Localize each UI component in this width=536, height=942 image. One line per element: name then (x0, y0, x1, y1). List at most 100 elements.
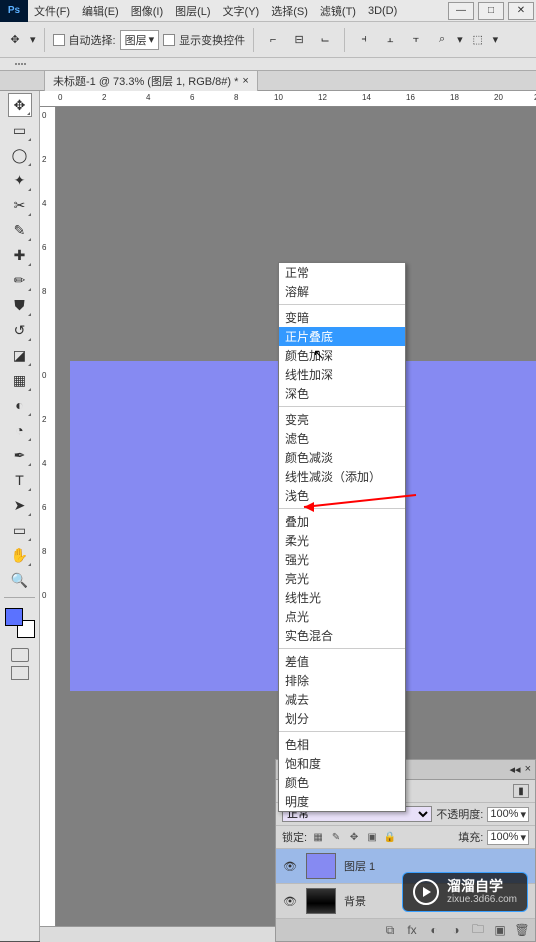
window-close[interactable]: ✕ (508, 2, 534, 20)
align-right-icon[interactable]: ⫟ (405, 29, 427, 51)
crop-tool[interactable]: ✂ (8, 193, 32, 217)
blend-mode-item[interactable]: 浅色 (279, 486, 405, 505)
blend-mode-item[interactable]: 正常 (279, 263, 405, 282)
panel-close-icon[interactable]: × (525, 763, 531, 776)
lock-position-icon[interactable]: ✥ (347, 830, 361, 844)
layer-fx-icon[interactable]: fx (405, 923, 419, 937)
auto-select-checkbox[interactable] (53, 34, 65, 46)
path-select-tool[interactable]: ➤ (8, 493, 32, 517)
quick-mask-button[interactable] (11, 648, 29, 662)
blend-mode-item[interactable]: 明度 (279, 792, 405, 811)
visibility-toggle-icon[interactable]: 👁 (282, 859, 298, 873)
lock-all-icon[interactable]: 🔒 (383, 830, 397, 844)
marquee-tool[interactable]: ▭ (8, 118, 32, 142)
adjustment-layer-icon[interactable]: ◑ (449, 923, 463, 937)
blend-mode-item[interactable]: 变暗 (279, 308, 405, 327)
move-tool[interactable]: ✥ (8, 93, 32, 117)
new-layer-icon[interactable]: ▣ (493, 923, 507, 937)
blend-mode-item[interactable]: 滤色 (279, 429, 405, 448)
distribute-icon[interactable]: ⌕ (431, 29, 453, 51)
magic-wand-tool[interactable]: ✦ (8, 168, 32, 192)
lock-artboard-icon[interactable]: ▣ (365, 830, 379, 844)
blend-mode-item[interactable]: 线性加深 (279, 365, 405, 384)
lock-transparency-icon[interactable]: ▦ (311, 830, 325, 844)
blend-mode-dropdown[interactable]: 正常 溶解 变暗 正片叠底 颜色加深 线性加深 深色 变亮 滤色 颜色减淡 线性… (278, 262, 406, 812)
layer-thumbnail[interactable] (306, 853, 336, 879)
blend-mode-item[interactable]: 深色 (279, 384, 405, 403)
blend-mode-item[interactable]: 色相 (279, 735, 405, 754)
delete-layer-icon[interactable]: 🗑 (515, 923, 529, 937)
menu-layer[interactable]: 图层(L) (169, 0, 216, 22)
align-left-icon[interactable]: ⫞ (353, 29, 375, 51)
panel-collapse-icon[interactable]: ◂◂ (510, 763, 521, 776)
blend-mode-item[interactable]: 颜色加深 (279, 346, 405, 365)
eraser-tool[interactable]: ◪ (8, 343, 32, 367)
zoom-tool[interactable]: 🔍 (8, 568, 32, 592)
shape-tool[interactable]: ▭ (8, 518, 32, 542)
menu-edit[interactable]: 编辑(E) (76, 0, 125, 22)
menu-image[interactable]: 图像(I) (125, 0, 169, 22)
history-brush-tool[interactable]: ↺ (8, 318, 32, 342)
blend-mode-item[interactable]: 饱和度 (279, 754, 405, 773)
visibility-toggle-icon[interactable]: 👁 (282, 894, 298, 908)
type-tool[interactable]: T (8, 468, 32, 492)
align-top-icon[interactable]: ⌐ (262, 29, 284, 51)
eyedropper-tool[interactable]: ✎ (8, 218, 32, 242)
pen-tool[interactable]: ✒ (8, 443, 32, 467)
move-tool-icon[interactable]: ✥ (4, 29, 26, 51)
link-layers-icon[interactable]: ⧉ (383, 923, 397, 937)
layer-group-icon[interactable]: 🗀 (471, 923, 485, 937)
show-transform-checkbox[interactable] (163, 34, 175, 46)
blend-mode-item[interactable]: 正片叠底 (279, 327, 405, 346)
blend-mode-item[interactable]: 亮光 (279, 569, 405, 588)
menu-3d[interactable]: 3D(D) (362, 2, 403, 20)
align-middle-icon[interactable]: ⊟ (288, 29, 310, 51)
blend-mode-item[interactable]: 线性光 (279, 588, 405, 607)
document-tab[interactable]: 未标题-1 @ 73.3% (图层 1, RGB/8#) * × (44, 70, 258, 91)
blend-mode-item[interactable]: 强光 (279, 550, 405, 569)
auto-select-target[interactable]: 图层▾ (120, 30, 160, 50)
align-center-icon[interactable]: ⫠ (379, 29, 401, 51)
menu-file[interactable]: 文件(F) (28, 0, 76, 22)
blend-mode-item[interactable]: 颜色减淡 (279, 448, 405, 467)
blend-mode-item[interactable]: 实色混合 (279, 626, 405, 645)
healing-brush-tool[interactable]: ✚ (8, 243, 32, 267)
brush-tool[interactable]: ✏ (8, 268, 32, 292)
blend-mode-item[interactable]: 线性减淡（添加） (279, 467, 405, 486)
3d-mode-icon[interactable]: ⬚ (467, 29, 489, 51)
lock-pixels-icon[interactable]: ✎ (329, 830, 343, 844)
blend-mode-item[interactable]: 划分 (279, 709, 405, 728)
layer-name[interactable]: 图层 1 (344, 858, 375, 874)
window-maximize[interactable]: □ (478, 2, 504, 20)
foreground-color-swatch[interactable] (5, 608, 23, 626)
stamp-tool[interactable]: ⛊ (8, 293, 32, 317)
opacity-field[interactable]: 100%▾ (487, 807, 529, 822)
blend-mode-item[interactable]: 点光 (279, 607, 405, 626)
blend-mode-item[interactable]: 差值 (279, 652, 405, 671)
gradient-tool[interactable]: ▦ (8, 368, 32, 392)
dodge-tool[interactable]: ◔ (8, 418, 32, 442)
close-icon[interactable]: × (242, 75, 248, 87)
blend-mode-item[interactable]: 柔光 (279, 531, 405, 550)
lasso-tool[interactable]: ◯ (8, 143, 32, 167)
blend-mode-item[interactable]: 叠加 (279, 512, 405, 531)
layer-thumbnail[interactable] (306, 888, 336, 914)
blend-mode-item[interactable]: 颜色 (279, 773, 405, 792)
align-bottom-icon[interactable]: ⌙ (314, 29, 336, 51)
blend-mode-item[interactable]: 溶解 (279, 282, 405, 301)
blend-mode-item[interactable]: 变亮 (279, 410, 405, 429)
blur-tool[interactable]: ◐ (8, 393, 32, 417)
fill-field[interactable]: 100%▾ (487, 830, 529, 845)
blend-mode-item[interactable]: 减去 (279, 690, 405, 709)
color-swatches[interactable] (5, 608, 35, 638)
menu-select[interactable]: 选择(S) (265, 0, 314, 22)
filter-toggle-icon[interactable]: ▮ (513, 784, 529, 798)
hand-tool[interactable]: ✋ (8, 543, 32, 567)
menu-filter[interactable]: 滤镜(T) (314, 0, 362, 22)
menu-text[interactable]: 文字(Y) (217, 0, 266, 22)
blend-mode-item[interactable]: 排除 (279, 671, 405, 690)
layer-mask-icon[interactable]: ◐ (427, 923, 441, 937)
window-minimize[interactable]: — (448, 2, 474, 20)
layer-name[interactable]: 背景 (344, 893, 366, 909)
screen-mode-button[interactable] (11, 666, 29, 680)
